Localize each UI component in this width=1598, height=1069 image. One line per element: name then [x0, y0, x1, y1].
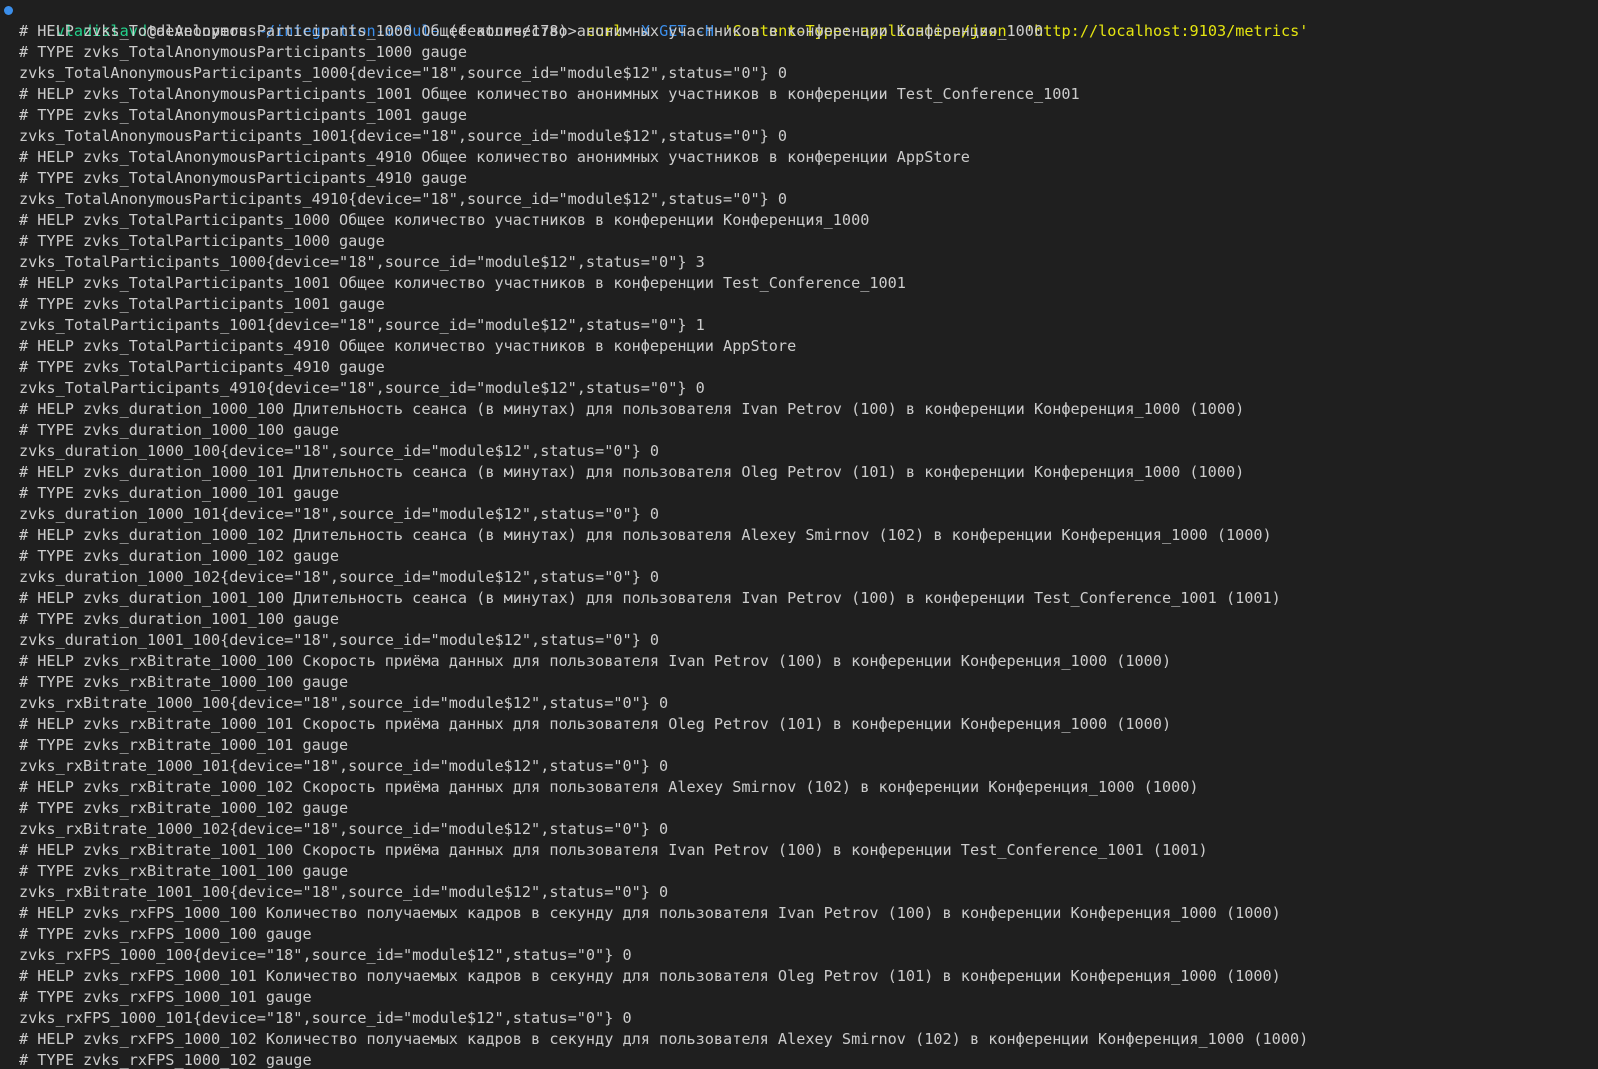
output-line: # TYPE zvks_rxBitrate_1001_100 gauge — [19, 862, 349, 880]
output-line: # HELP zvks_TotalParticipants_1000 Общее… — [19, 211, 870, 229]
output-line: # HELP zvks_TotalAnonymousParticipants_1… — [19, 85, 1080, 103]
output-line: # HELP zvks_duration_1000_101 Длительнос… — [19, 463, 1245, 481]
output-line: zvks_rxBitrate_1000_102{device="18",sour… — [19, 820, 669, 838]
output-line: # HELP zvks_duration_1000_100 Длительнос… — [19, 400, 1245, 418]
output-line: # TYPE zvks_TotalAnonymousParticipants_1… — [19, 106, 468, 124]
output-line: zvks_TotalAnonymousParticipants_4910{dev… — [19, 190, 788, 208]
terminal-output: # HELP zvks_TotalAnonymousParticipants_1… — [0, 21, 1598, 1069]
output-line: zvks_duration_1000_101{device="18",sourc… — [19, 505, 660, 523]
output-line: # TYPE zvks_rxBitrate_1000_102 gauge — [19, 799, 349, 817]
output-line: zvks_TotalAnonymousParticipants_1001{dev… — [19, 127, 788, 145]
output-line: # TYPE zvks_rxBitrate_1000_101 gauge — [19, 736, 349, 754]
output-line: # HELP zvks_TotalAnonymousParticipants_1… — [19, 22, 1044, 40]
output-line: # TYPE zvks_duration_1000_101 gauge — [19, 484, 340, 502]
output-line: # TYPE zvks_duration_1000_100 gauge — [19, 421, 340, 439]
output-line: # TYPE zvks_rxFPS_1000_101 gauge — [19, 988, 312, 1006]
output-line: # TYPE zvks_TotalParticipants_1001 gauge — [19, 295, 385, 313]
prompt-line: vladislavd@developers ~/integration-modu… — [0, 0, 1598, 40]
output-line: zvks_TotalAnonymousParticipants_1000{dev… — [19, 64, 788, 82]
output-line: # TYPE zvks_TotalParticipants_1000 gauge — [19, 232, 385, 250]
output-line: zvks_rxBitrate_1000_101{device="18",sour… — [19, 757, 669, 775]
terminal-window[interactable]: vladislavd@developers ~/integration-modu… — [0, 0, 1598, 1069]
output-line: zvks_duration_1000_100{device="18",sourc… — [19, 442, 660, 460]
output-line: # HELP zvks_rxFPS_1000_101 Количество по… — [19, 967, 1281, 985]
output-line: # TYPE zvks_TotalAnonymousParticipants_1… — [19, 43, 468, 61]
output-line: # TYPE zvks_rxBitrate_1000_100 gauge — [19, 673, 349, 691]
output-line: zvks_rxBitrate_1000_100{device="18",sour… — [19, 694, 669, 712]
output-line: # HELP zvks_rxFPS_1000_102 Количество по… — [19, 1030, 1309, 1048]
output-line: # HELP zvks_rxBitrate_1001_100 Скорость … — [19, 841, 1208, 859]
output-line: zvks_rxBitrate_1001_100{device="18",sour… — [19, 883, 669, 901]
output-line: zvks_rxFPS_1000_100{device="18",source_i… — [19, 946, 632, 964]
output-line: # TYPE zvks_rxFPS_1000_102 gauge — [19, 1051, 312, 1069]
output-line: # HELP zvks_TotalAnonymousParticipants_4… — [19, 148, 970, 166]
output-line: # HELP zvks_TotalParticipants_1001 Общее… — [19, 274, 906, 292]
output-line: # TYPE zvks_TotalAnonymousParticipants_4… — [19, 169, 468, 187]
output-line: # TYPE zvks_duration_1001_100 gauge — [19, 610, 340, 628]
output-line: zvks_TotalParticipants_4910{device="18",… — [19, 379, 705, 397]
command-status-dot-icon[interactable] — [4, 6, 13, 15]
output-line: # TYPE zvks_TotalParticipants_4910 gauge — [19, 358, 385, 376]
output-line: # HELP zvks_TotalParticipants_4910 Общее… — [19, 337, 797, 355]
output-line: # HELP zvks_duration_1001_100 Длительнос… — [19, 589, 1281, 607]
output-line: # HELP zvks_rxBitrate_1000_100 Скорость … — [19, 652, 1172, 670]
output-line: # HELP zvks_rxFPS_1000_100 Количество по… — [19, 904, 1281, 922]
output-line: # HELP zvks_rxBitrate_1000_102 Скорость … — [19, 778, 1199, 796]
output-line: zvks_TotalParticipants_1000{device="18",… — [19, 253, 705, 271]
output-line: # TYPE zvks_rxFPS_1000_100 gauge — [19, 925, 312, 943]
output-line: # TYPE zvks_duration_1000_102 gauge — [19, 547, 340, 565]
output-line: # HELP zvks_duration_1000_102 Длительнос… — [19, 526, 1272, 544]
output-line: zvks_duration_1001_100{device="18",sourc… — [19, 631, 660, 649]
output-line: zvks_duration_1000_102{device="18",sourc… — [19, 568, 660, 586]
output-line: zvks_rxFPS_1000_101{device="18",source_i… — [19, 1009, 632, 1027]
output-line: # HELP zvks_rxBitrate_1000_101 Скорость … — [19, 715, 1172, 733]
output-line: zvks_TotalParticipants_1001{device="18",… — [19, 316, 705, 334]
